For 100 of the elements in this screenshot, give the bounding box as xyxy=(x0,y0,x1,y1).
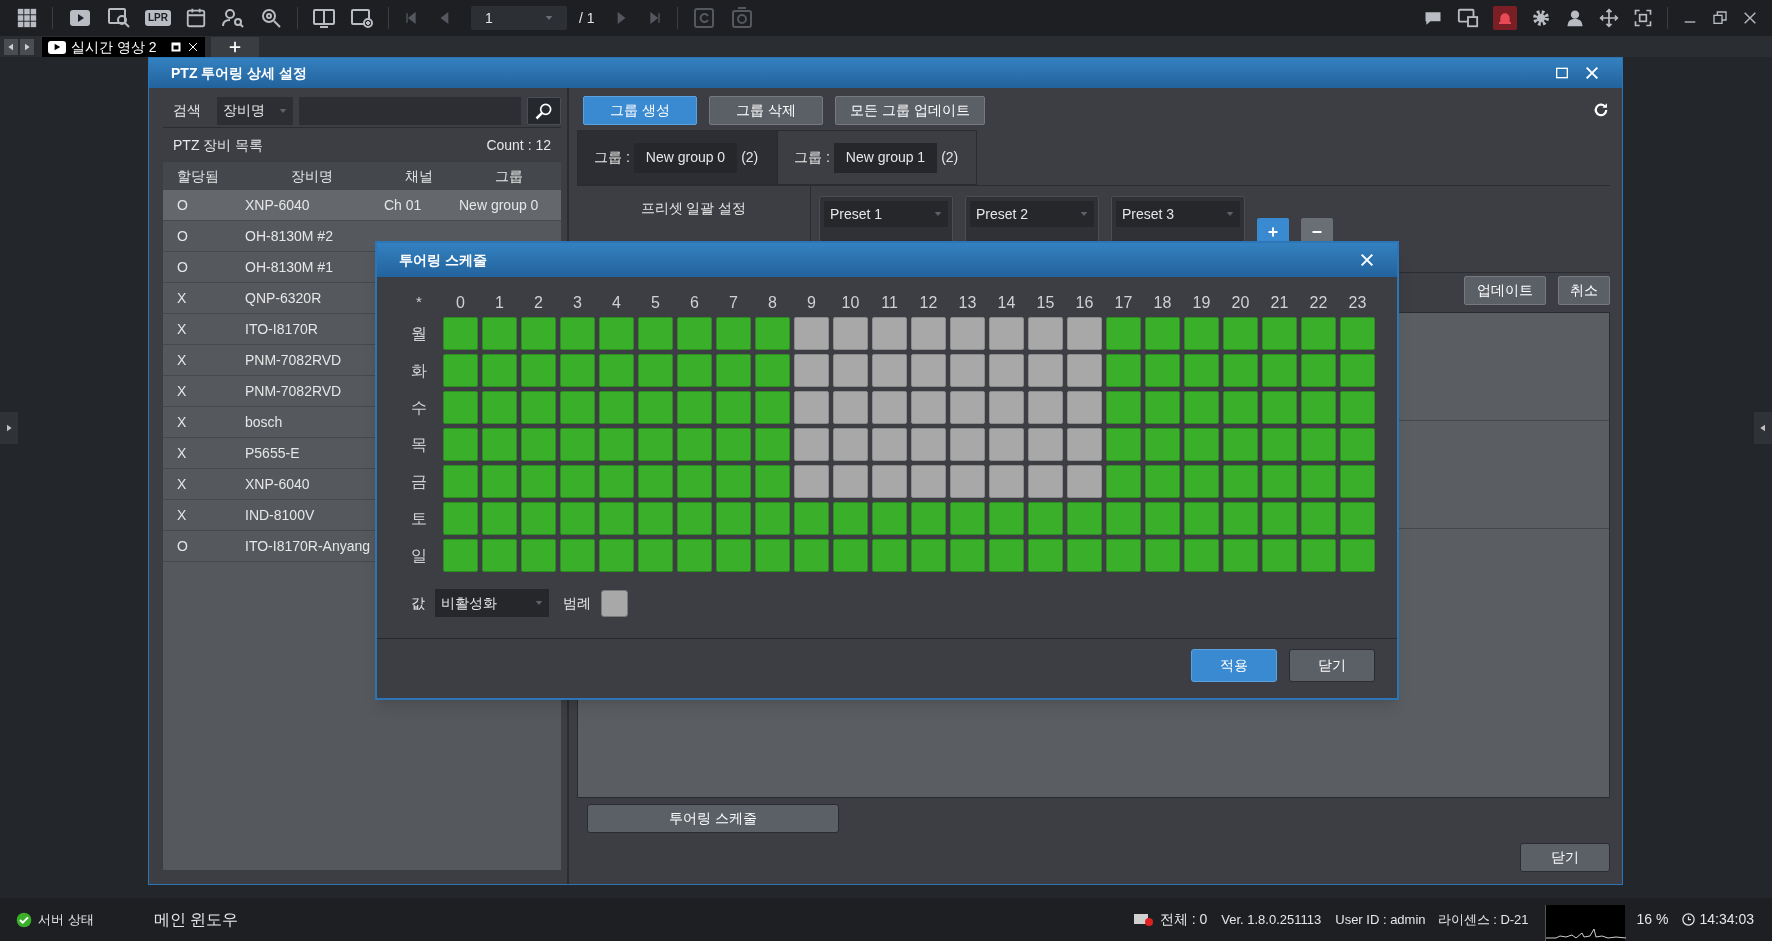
schedule-cell[interactable] xyxy=(1028,391,1063,424)
schedule-cell[interactable] xyxy=(1067,465,1102,498)
schedule-cell[interactable] xyxy=(1067,502,1102,535)
schedule-cell[interactable] xyxy=(950,391,985,424)
schedule-cell[interactable] xyxy=(950,354,985,387)
schedule-cell[interactable] xyxy=(716,391,751,424)
schedule-cell[interactable] xyxy=(755,539,790,572)
schedule-cell[interactable] xyxy=(794,502,829,535)
schedule-cell[interactable] xyxy=(755,428,790,461)
schedule-cell[interactable] xyxy=(482,428,517,461)
schedule-cell[interactable] xyxy=(833,354,868,387)
schedule-cell[interactable] xyxy=(521,354,556,387)
schedule-cell[interactable] xyxy=(872,317,907,350)
schedule-cell[interactable] xyxy=(794,428,829,461)
schedule-cell[interactable] xyxy=(1106,317,1141,350)
schedule-cell[interactable] xyxy=(1106,391,1141,424)
schedule-cell[interactable] xyxy=(677,354,712,387)
video-search-icon[interactable] xyxy=(107,6,131,30)
schedule-cell[interactable] xyxy=(638,465,673,498)
value-dropdown[interactable]: 비활성화 xyxy=(435,589,549,617)
schedule-cell[interactable] xyxy=(1184,428,1219,461)
schedule-cell[interactable] xyxy=(794,539,829,572)
schedule-cell[interactable] xyxy=(1184,317,1219,350)
schedule-cell[interactable] xyxy=(950,317,985,350)
schedule-cell[interactable] xyxy=(1028,465,1063,498)
schedule-cell[interactable] xyxy=(1106,354,1141,387)
schedule-cell[interactable] xyxy=(1145,317,1180,350)
schedule-cell[interactable] xyxy=(911,317,946,350)
settings-icon[interactable] xyxy=(1531,8,1551,28)
schedule-cell[interactable] xyxy=(1223,317,1258,350)
schedule-cell[interactable] xyxy=(911,539,946,572)
tab-scroll-left-button[interactable] xyxy=(4,39,18,55)
schedule-cell[interactable] xyxy=(716,502,751,535)
schedule-cell[interactable] xyxy=(1028,502,1063,535)
schedule-cell[interactable] xyxy=(560,539,595,572)
schedule-cell[interactable] xyxy=(1301,391,1336,424)
schedule-cell[interactable] xyxy=(1067,539,1102,572)
schedule-cell[interactable] xyxy=(443,428,478,461)
preset-dropdown[interactable]: Preset 2 xyxy=(970,201,1094,227)
schedule-cell[interactable] xyxy=(1106,502,1141,535)
export-icon[interactable] xyxy=(729,6,754,30)
schedule-cell[interactable] xyxy=(1301,465,1336,498)
schedule-cell[interactable] xyxy=(716,465,751,498)
schedule-cell[interactable] xyxy=(482,465,517,498)
calendar-icon[interactable] xyxy=(185,7,207,29)
schedule-cell[interactable] xyxy=(911,391,946,424)
grid-menu-icon[interactable] xyxy=(16,7,38,29)
group-name-field[interactable]: New group 1 xyxy=(833,142,938,173)
schedule-cell[interactable] xyxy=(638,317,673,350)
schedule-cell[interactable] xyxy=(1184,502,1219,535)
schedule-cell[interactable] xyxy=(443,465,478,498)
schedule-cell[interactable] xyxy=(911,502,946,535)
schedule-cell[interactable] xyxy=(443,317,478,350)
schedule-cell[interactable] xyxy=(911,465,946,498)
schedule-cell[interactable] xyxy=(1145,465,1180,498)
schedule-cell[interactable] xyxy=(911,354,946,387)
schedule-cell[interactable] xyxy=(482,539,517,572)
schedule-cell[interactable] xyxy=(872,539,907,572)
schedule-cell[interactable] xyxy=(1340,539,1375,572)
schedule-cell[interactable] xyxy=(1028,539,1063,572)
schedule-cell[interactable] xyxy=(950,539,985,572)
schedule-cell[interactable] xyxy=(755,502,790,535)
left-panel-toggle[interactable] xyxy=(0,412,18,444)
schedule-cell[interactable] xyxy=(560,391,595,424)
schedule-cell[interactable] xyxy=(950,502,985,535)
schedule-cell[interactable] xyxy=(872,428,907,461)
schedule-cell[interactable] xyxy=(1028,317,1063,350)
schedule-cell[interactable] xyxy=(482,317,517,350)
schedule-cell[interactable] xyxy=(989,539,1024,572)
schedule-cell[interactable] xyxy=(599,428,634,461)
add-screen-icon[interactable] xyxy=(350,6,374,30)
group-action-button[interactable]: 그룹 삭제 xyxy=(709,95,823,125)
schedule-cell[interactable] xyxy=(1301,539,1336,572)
schedule-cell[interactable] xyxy=(677,502,712,535)
schedule-cell[interactable] xyxy=(1184,354,1219,387)
schedule-cell[interactable] xyxy=(521,539,556,572)
preset-dropdown[interactable]: Preset 3 xyxy=(1116,201,1240,227)
schedule-cell[interactable] xyxy=(950,428,985,461)
group-tab[interactable]: 그룹 : New group 1 (2) xyxy=(777,130,977,185)
user-icon[interactable] xyxy=(1565,8,1585,28)
schedule-cell[interactable] xyxy=(1223,539,1258,572)
schedule-cell[interactable] xyxy=(1340,317,1375,350)
schedule-cell[interactable] xyxy=(1145,539,1180,572)
schedule-cell[interactable] xyxy=(1067,428,1102,461)
person-search-icon[interactable] xyxy=(221,6,245,30)
schedule-cell[interactable] xyxy=(833,465,868,498)
schedule-cell[interactable] xyxy=(521,317,556,350)
schedule-cell[interactable] xyxy=(989,391,1024,424)
schedule-cell[interactable] xyxy=(599,317,634,350)
schedule-cell[interactable] xyxy=(989,428,1024,461)
schedule-cell[interactable] xyxy=(911,428,946,461)
lpr-icon[interactable]: LPR xyxy=(145,10,171,26)
restore-icon[interactable] xyxy=(1712,10,1728,26)
schedule-cell[interactable] xyxy=(443,391,478,424)
schedule-cell[interactable] xyxy=(560,465,595,498)
schedule-cell[interactable] xyxy=(1340,354,1375,387)
schedule-cell[interactable] xyxy=(521,428,556,461)
schedule-cell[interactable] xyxy=(599,391,634,424)
right-panel-toggle[interactable] xyxy=(1754,412,1772,444)
add-tab-button[interactable] xyxy=(210,37,259,57)
